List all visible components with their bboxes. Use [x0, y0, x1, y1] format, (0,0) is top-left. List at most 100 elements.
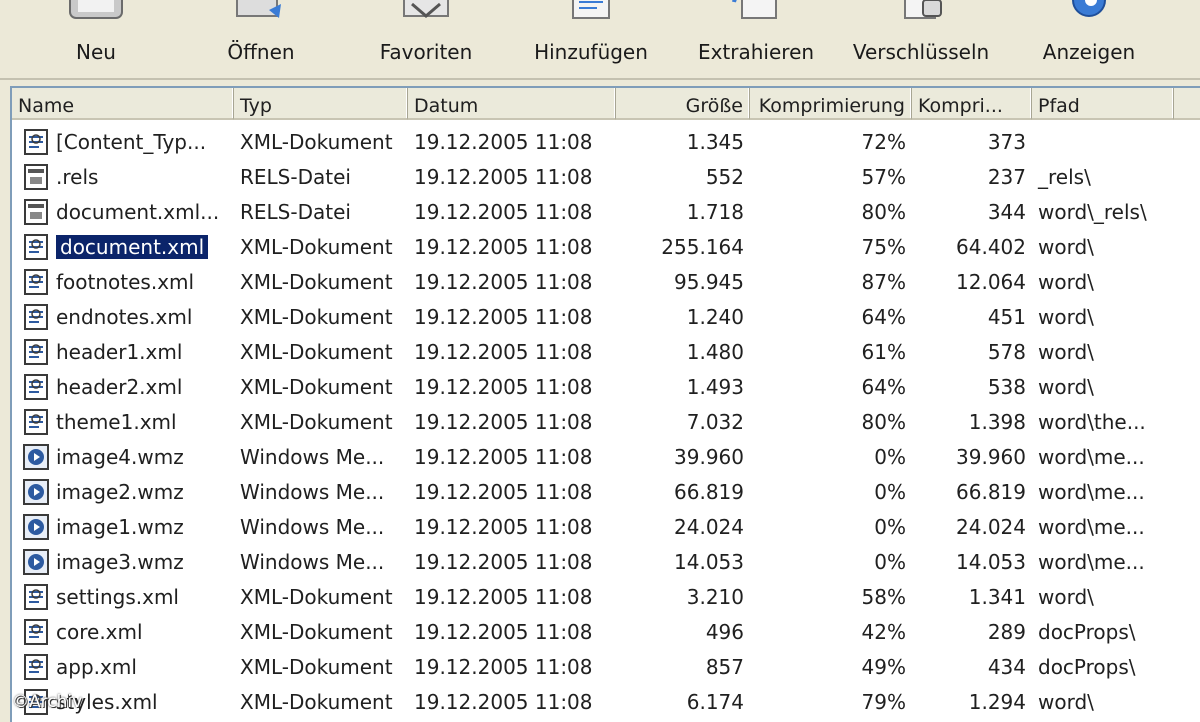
- table-row[interactable]: theme1.xml XML-Dokument 19.12.2005 11:08 7.…: [12, 404, 1200, 439]
- cell-packed: 373: [987, 130, 1026, 154]
- cell-packed: 578: [987, 340, 1026, 364]
- table-row[interactable]: document.xml... RELS-Datei 19.12.2005 11:0…: [12, 194, 1200, 229]
- cell-name: document.xml: [12, 229, 234, 264]
- favorites-button[interactable]: Favoriten: [351, 0, 501, 78]
- table-row[interactable]: image4.wmz Windows Me... 19.12.2005 11:08 3…: [12, 439, 1200, 474]
- view-button[interactable]: Anzeigen: [1014, 0, 1164, 78]
- new-archive-icon: [64, 0, 128, 34]
- file-name: app.xml: [56, 655, 137, 679]
- open-button[interactable]: Öffnen: [186, 0, 336, 78]
- column-header-date[interactable]: Datum: [408, 88, 616, 120]
- table-row[interactable]: [Content_Typ... XML-Dokument 19.12.2005 11…: [12, 124, 1200, 159]
- table-row[interactable]: header2.xml XML-Dokument 19.12.2005 11:08 1…: [12, 369, 1200, 404]
- cell-size: 95.945: [674, 270, 744, 294]
- cell-ratio: 58%: [861, 585, 906, 609]
- table-row[interactable]: footnotes.xml XML-Dokument 19.12.2005 11:0…: [12, 264, 1200, 299]
- column-header-packed[interactable]: Kompri...: [912, 88, 1032, 120]
- file-name: header2.xml: [56, 375, 183, 399]
- cell-path: word\me...: [1038, 445, 1145, 469]
- cell-packed: 14.053: [956, 550, 1026, 574]
- file-name: document.xml...: [56, 200, 220, 224]
- cell-size: 857: [705, 655, 744, 679]
- cell-size: 1.240: [686, 305, 744, 329]
- column-header-ratio[interactable]: Komprimierung: [750, 88, 912, 120]
- cell-packed: 538: [987, 375, 1026, 399]
- cell-size: 552: [705, 165, 744, 189]
- rels-file-icon: [22, 198, 50, 226]
- table-row[interactable]: document.xml XML-Dokument 19.12.2005 11:08…: [12, 229, 1200, 264]
- cell-size: 1.480: [686, 340, 744, 364]
- cell-name: app.xml: [12, 649, 234, 684]
- cell-name: footnotes.xml: [12, 264, 234, 299]
- cell-ratio: 80%: [861, 200, 906, 224]
- cell-type: XML-Dokument: [240, 375, 393, 399]
- cell-packed: 39.960: [956, 445, 1026, 469]
- table-row[interactable]: image1.wmz Windows Me... 19.12.2005 11:08 2…: [12, 509, 1200, 544]
- table-row[interactable]: settings.xml XML-Dokument 19.12.2005 11:08…: [12, 579, 1200, 614]
- table-row[interactable]: image3.wmz Windows Me... 19.12.2005 11:08 1…: [12, 544, 1200, 579]
- cell-type: XML-Dokument: [240, 340, 393, 364]
- cell-type: XML-Dokument: [240, 130, 393, 154]
- cell-packed: 289: [987, 620, 1026, 644]
- table-row[interactable]: header1.xml XML-Dokument 19.12.2005 11:08 1…: [12, 334, 1200, 369]
- cell-ratio: 0%: [874, 445, 906, 469]
- cell-date: 19.12.2005 11:08: [414, 235, 593, 259]
- cell-packed: 1.341: [968, 585, 1026, 609]
- cell-type: RELS-Datei: [240, 165, 351, 189]
- cell-packed: 1.398: [968, 410, 1026, 434]
- new-button[interactable]: Neu: [21, 0, 171, 78]
- cell-ratio: 49%: [861, 655, 906, 679]
- table-row[interactable]: image2.wmz Windows Me... 19.12.2005 11:08 6…: [12, 474, 1200, 509]
- cell-path: word\: [1038, 340, 1094, 364]
- column-header-type[interactable]: Typ: [234, 88, 408, 120]
- cell-ratio: 64%: [861, 375, 906, 399]
- cell-type: XML-Dokument: [240, 620, 393, 644]
- add-button[interactable]: Hinzufügen: [516, 0, 666, 78]
- table-row[interactable]: endnotes.xml XML-Dokument 19.12.2005 11:08…: [12, 299, 1200, 334]
- extract-button[interactable]: Extrahieren: [681, 0, 831, 78]
- cell-date: 19.12.2005 11:08: [414, 550, 593, 574]
- cell-path: word\me...: [1038, 480, 1145, 504]
- table-row[interactable]: styles.xml XML-Dokument 19.12.2005 11:08 6.…: [12, 684, 1200, 719]
- cell-packed: 451: [987, 305, 1026, 329]
- file-name: image3.wmz: [56, 550, 184, 574]
- cell-size: 7.032: [686, 410, 744, 434]
- file-name: theme1.xml: [56, 410, 177, 434]
- cell-path: [1032, 124, 1174, 159]
- cell-ratio: 75%: [861, 235, 906, 259]
- table-row[interactable]: .rels RELS-Datei 19.12.2005 11:08 552 57% 237…: [12, 159, 1200, 194]
- cell-name: .rels: [12, 159, 234, 194]
- file-name: [Content_Typ...: [56, 130, 207, 154]
- cell-date: 19.12.2005 11:08: [414, 585, 593, 609]
- table-row[interactable]: app.xml XML-Dokument 19.12.2005 11:08 857 49…: [12, 649, 1200, 684]
- cell-size: 39.960: [674, 445, 744, 469]
- encrypt-lock-icon: [889, 0, 953, 34]
- cell-type: XML-Dokument: [240, 305, 393, 329]
- file-name: header1.xml: [56, 340, 183, 364]
- column-header-name[interactable]: Name: [12, 88, 234, 120]
- file-list[interactable]: Name Typ Datum Größe Komprimierung Kompr…: [10, 86, 1200, 722]
- cell-name: image3.wmz: [12, 544, 234, 579]
- file-name: core.xml: [56, 620, 143, 644]
- cell-packed: 12.064: [956, 270, 1026, 294]
- cell-size: 1.493: [686, 375, 744, 399]
- cell-ratio: 80%: [861, 410, 906, 434]
- cell-path: word\: [1038, 270, 1094, 294]
- cell-packed: 1.294: [968, 690, 1026, 714]
- encrypt-button[interactable]: Verschlüsseln: [846, 0, 996, 78]
- cell-type: Windows Me...: [240, 480, 385, 504]
- cell-ratio: 57%: [861, 165, 906, 189]
- cell-path: word\: [1038, 690, 1094, 714]
- cell-type: XML-Dokument: [240, 270, 393, 294]
- xml-file-icon: [22, 373, 50, 401]
- cell-name: document.xml...: [12, 194, 234, 229]
- cell-date: 19.12.2005 11:08: [414, 445, 593, 469]
- cell-name: endnotes.xml: [12, 299, 234, 334]
- column-header-path[interactable]: Pfad: [1032, 88, 1174, 120]
- cell-path: word\: [1038, 305, 1094, 329]
- cell-name: image4.wmz: [12, 439, 234, 474]
- cell-type: Windows Me...: [240, 515, 385, 539]
- column-header-size[interactable]: Größe: [616, 88, 750, 120]
- cell-date: 19.12.2005 11:08: [414, 375, 593, 399]
- table-row[interactable]: core.xml XML-Dokument 19.12.2005 11:08 496 4…: [12, 614, 1200, 649]
